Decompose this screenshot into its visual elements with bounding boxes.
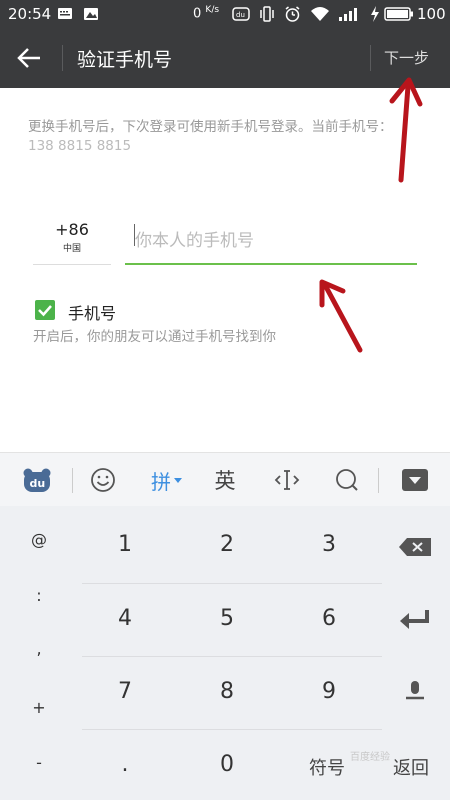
battery-icon — [384, 7, 413, 21]
key-dot[interactable]: . — [74, 728, 176, 800]
key-5[interactable]: 5 — [176, 582, 278, 655]
microphone-icon — [406, 680, 424, 699]
header-divider — [370, 45, 371, 71]
current-phone: 138 8815 8815 — [28, 138, 132, 154]
network-speed: 0 K/s — [193, 5, 220, 22]
page-title: 验证手机号 — [77, 49, 173, 71]
text-cursor — [134, 224, 135, 246]
svg-text:du: du — [236, 11, 245, 19]
baidu-input-logo-button[interactable]: du — [14, 453, 60, 507]
battery-level: 100 — [417, 5, 446, 23]
english-mode-button[interactable]: 英 — [204, 453, 246, 507]
keyboard-toolbar: du 拼 英 — [0, 452, 450, 506]
header: 验证手机号 下一步 — [0, 28, 450, 88]
key-2[interactable]: 2 — [176, 508, 278, 581]
status-bar: 20:54 0 K/s du 100 — [0, 0, 450, 28]
arrow-left-icon — [17, 48, 40, 68]
key-6[interactable]: 6 — [278, 582, 380, 655]
return-key[interactable]: 返回 — [393, 754, 429, 780]
phone-input[interactable] — [125, 218, 417, 265]
backspace-icon — [399, 537, 431, 556]
wifi-icon — [311, 7, 329, 21]
symbols-key[interactable]: 符号 — [309, 754, 345, 780]
vibrate-icon — [260, 6, 274, 22]
baidu-icon: du — [232, 7, 250, 21]
symbol-key[interactable]: , — [0, 639, 78, 658]
arrow-to-phone-input — [319, 279, 363, 353]
charging-icon — [371, 6, 379, 22]
key-8[interactable]: 8 — [176, 655, 278, 728]
baidu-logo-icon: du — [23, 468, 51, 492]
hide-keyboard-icon — [402, 469, 428, 491]
enter-icon — [400, 609, 429, 629]
next-step-button[interactable]: 下一步 — [384, 47, 429, 68]
symbol-key[interactable]: : — [0, 586, 78, 605]
header-divider — [62, 45, 63, 71]
toolbar-divider — [378, 468, 379, 493]
checkbox-label: 手机号 — [68, 304, 117, 323]
svg-text:du: du — [30, 477, 46, 490]
search-icon — [336, 469, 358, 491]
symbol-key[interactable]: + — [0, 698, 78, 717]
symbol-key[interactable]: @ — [0, 530, 78, 549]
phone-visibility-checkbox[interactable] — [35, 300, 55, 320]
key-0[interactable]: 0 — [176, 728, 278, 800]
emoji-icon — [91, 468, 115, 492]
symbol-key[interactable]: - — [0, 753, 78, 772]
caret-down-icon — [174, 478, 182, 483]
key-3[interactable]: 3 — [278, 508, 380, 581]
alarm-icon — [285, 6, 300, 22]
status-time: 20:54 — [8, 5, 52, 23]
key-1[interactable]: 1 — [74, 508, 176, 581]
search-button[interactable] — [326, 453, 368, 507]
back-button[interactable] — [14, 43, 46, 73]
country-name: 中国 — [62, 244, 81, 254]
key-7[interactable]: 7 — [74, 655, 176, 728]
pinyin-mode-button[interactable]: 拼 — [144, 453, 190, 507]
enter-key[interactable] — [380, 582, 450, 655]
country-code: +86 — [55, 220, 89, 239]
check-icon — [38, 305, 52, 317]
signal-icon — [339, 8, 357, 21]
description-text: 更换手机号后，下次登录可使用新手机号登录。当前手机号：138 8815 8815 — [28, 119, 393, 154]
backspace-key[interactable] — [380, 510, 450, 583]
cursor-control-button[interactable] — [266, 453, 308, 507]
message-icon — [58, 8, 72, 19]
country-code-selector[interactable]: +86 中国 — [33, 218, 111, 265]
symbol-column: @ : , + - — [0, 506, 78, 800]
voice-input-key[interactable] — [380, 655, 450, 728]
watermark: 百度经验 — [350, 752, 390, 763]
checkbox-description: 开启后，你的朋友可以通过手机号找到你 — [33, 329, 276, 345]
photo-icon — [84, 8, 98, 20]
key-9[interactable]: 9 — [278, 655, 380, 728]
toolbar-divider — [72, 468, 73, 493]
hide-keyboard-button[interactable] — [392, 453, 438, 507]
emoji-button[interactable] — [82, 453, 124, 507]
key-4[interactable]: 4 — [74, 582, 176, 655]
cursor-move-icon — [274, 470, 300, 490]
